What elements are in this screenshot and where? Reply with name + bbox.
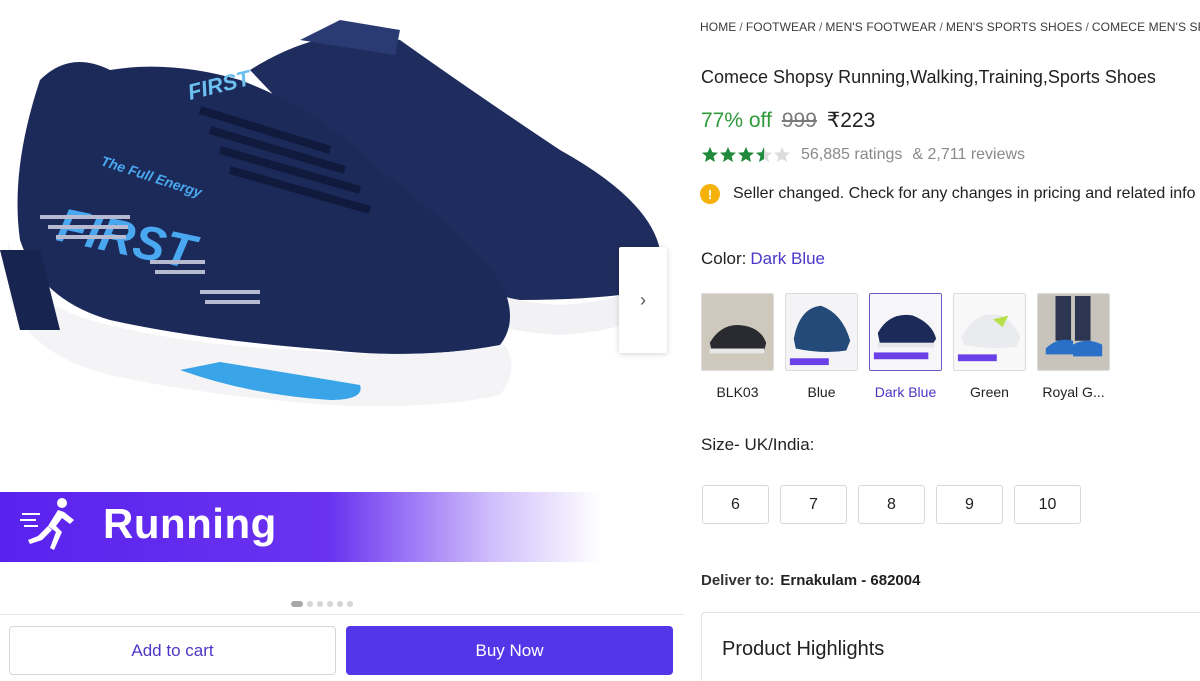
info-icon: ! xyxy=(700,184,720,204)
size-option[interactable]: 10 xyxy=(1014,485,1081,524)
reviews-count: & 2,711 reviews xyxy=(912,146,1026,163)
breadcrumb-item[interactable]: MEN'S FOOTWEAR xyxy=(825,20,936,34)
swatch-name: Blue xyxy=(807,384,836,400)
color-swatch-dark-blue[interactable]: Dark Blue xyxy=(869,293,942,400)
delivery-label: Deliver to: xyxy=(701,572,775,589)
buy-now-button[interactable]: Buy Now xyxy=(346,626,673,675)
seller-notice: ! Seller changed. Check for any changes … xyxy=(700,184,1196,204)
product-gallery: FIRST The Full Energy FIRST › Running Ad… xyxy=(0,0,684,681)
product-highlights-card: Product Highlights xyxy=(701,612,1200,681)
price-row: 77% off 999 ₹223 xyxy=(701,108,875,133)
selected-color: Dark Blue xyxy=(750,249,825,268)
mrp-price: 999 xyxy=(781,109,817,132)
breadcrumb-item[interactable]: COMECE MEN'S SP xyxy=(1092,20,1200,34)
rating-stars xyxy=(701,146,791,164)
delivery-row[interactable]: Deliver to: Ernakulam - 682004 xyxy=(701,572,920,589)
gallery-dots xyxy=(291,601,353,607)
star-icon xyxy=(702,147,718,162)
rating-row[interactable]: 56,885 ratings & 2,711 reviews xyxy=(701,146,1031,164)
runner-icon xyxy=(20,498,74,550)
color-label: Color: xyxy=(701,249,747,268)
discount-label: 77% off xyxy=(701,109,772,132)
star-icon xyxy=(774,147,790,162)
color-swatches: BLK03 Blue Dark Blue Green Royal G... xyxy=(701,293,1110,400)
size-option[interactable]: 6 xyxy=(702,485,769,524)
swatch-thumbnail xyxy=(785,293,858,371)
color-swatch-green[interactable]: Green xyxy=(953,293,1026,400)
swatch-name: Dark Blue xyxy=(874,384,937,400)
selling-price: ₹223 xyxy=(826,109,876,132)
swatch-thumbnail xyxy=(701,293,774,371)
ratings-count: 56,885 ratings xyxy=(801,146,903,163)
product-details: HOME / FOOTWEAR / MEN'S FOOTWEAR / MEN'S SPORT… xyxy=(700,0,1200,681)
star-icon xyxy=(756,147,772,162)
color-swatch-blk03[interactable]: BLK03 xyxy=(701,293,774,400)
color-swatch-blue[interactable]: Blue xyxy=(785,293,858,400)
color-label-row: Color: Dark Blue xyxy=(701,249,825,269)
breadcrumb-item[interactable]: FOOTWEAR xyxy=(746,20,816,34)
size-option[interactable]: 8 xyxy=(858,485,925,524)
product-highlights-heading: Product Highlights xyxy=(722,638,885,660)
gallery-dot[interactable] xyxy=(337,601,343,607)
swatch-thumbnail xyxy=(953,293,1026,371)
running-banner: Running xyxy=(0,492,600,562)
swatch-thumbnail xyxy=(1037,293,1110,371)
chevron-right-icon: › xyxy=(640,289,646,310)
breadcrumb-item[interactable]: HOME xyxy=(700,20,736,34)
size-option[interactable]: 7 xyxy=(780,485,847,524)
breadcrumb: HOME / FOOTWEAR / MEN'S FOOTWEAR / MEN'S SPORT… xyxy=(700,20,1200,34)
gallery-dot[interactable] xyxy=(307,601,313,607)
breadcrumb-item[interactable]: MEN'S SPORTS SHOES xyxy=(946,20,1083,34)
swatch-name: BLK03 xyxy=(716,384,759,400)
seller-notice-text: Seller changed. Check for any changes in… xyxy=(733,185,1196,202)
next-image-button[interactable]: › xyxy=(619,247,667,353)
size-option[interactable]: 9 xyxy=(936,485,1003,524)
swatch-name: Royal G... xyxy=(1042,384,1105,400)
star-icon xyxy=(738,147,754,162)
gallery-dot[interactable] xyxy=(347,601,353,607)
gallery-dot[interactable] xyxy=(327,601,333,607)
banner-label: Running xyxy=(103,500,277,547)
delivery-location: Ernakulam - 682004 xyxy=(780,572,921,589)
product-image[interactable]: FIRST The Full Energy FIRST xyxy=(0,0,684,470)
star-icon xyxy=(720,147,736,162)
gallery-dot[interactable] xyxy=(317,601,323,607)
size-options: 6 7 8 9 10 xyxy=(702,485,1081,524)
gallery-dot[interactable] xyxy=(291,601,303,607)
product-title: Comece Shopsy Running,Walking,Training,S… xyxy=(701,67,1156,87)
swatch-thumbnail xyxy=(869,293,942,371)
size-label: Size- UK/India: xyxy=(701,435,815,454)
swatch-name: Green xyxy=(970,384,1009,400)
divider xyxy=(0,614,684,615)
add-to-cart-button[interactable]: Add to cart xyxy=(9,626,336,675)
color-swatch-royal-green[interactable]: Royal G... xyxy=(1037,293,1110,400)
